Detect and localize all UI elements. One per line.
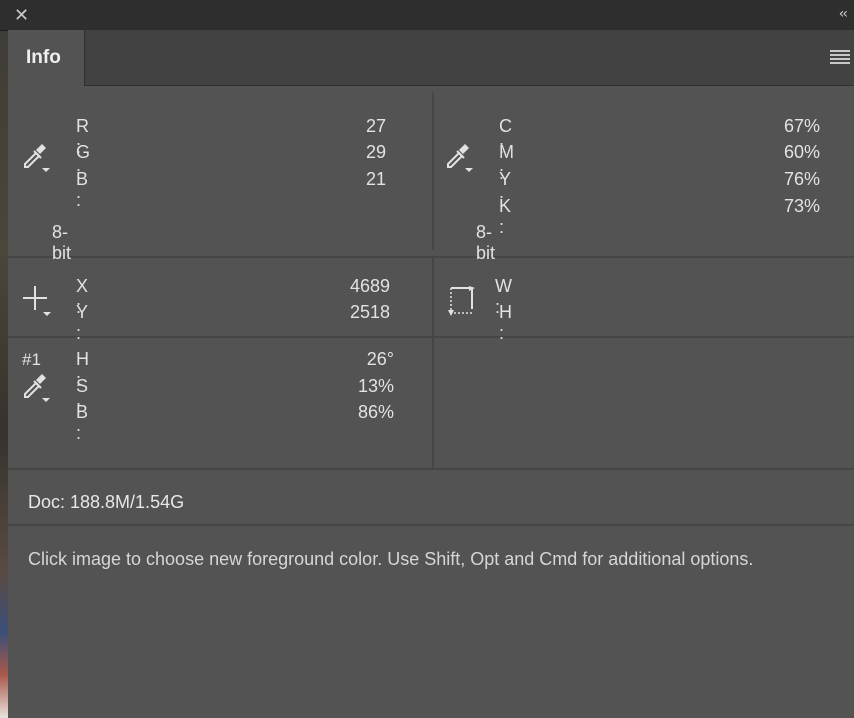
divider bbox=[432, 338, 434, 468]
y-value: 2518 bbox=[349, 302, 390, 322]
y-label: Y : bbox=[76, 302, 88, 343]
x-value: 4689 bbox=[349, 276, 390, 296]
m-value: 60% bbox=[783, 142, 820, 162]
collapse-panel-button[interactable]: ‹‹ bbox=[839, 6, 848, 22]
y-value: 76% bbox=[783, 169, 820, 189]
rgb-bit-depth[interactable]: 8-bit bbox=[52, 222, 71, 264]
b-label: B : bbox=[76, 169, 89, 210]
divider bbox=[432, 258, 434, 338]
h-label: H : bbox=[499, 302, 512, 343]
info-panel: Info R : G : B : 27 29 21 8-bit C : M: … bbox=[8, 30, 854, 718]
close-icon[interactable]: ✕ bbox=[14, 7, 32, 25]
b-value: 21 bbox=[365, 169, 386, 189]
k-label: K : bbox=[499, 196, 512, 237]
tool-hint: Click image to choose new foreground col… bbox=[28, 549, 754, 569]
selection-size-icon bbox=[448, 286, 475, 316]
document-size: Doc: 188.8M/1.54G bbox=[28, 492, 185, 512]
tab-info-label: Info bbox=[26, 47, 61, 68]
divider bbox=[8, 336, 854, 338]
cmyk-bit-depth[interactable]: 8-bit bbox=[476, 222, 495, 264]
hue-value: 26° bbox=[366, 349, 394, 369]
eyedropper-icon[interactable] bbox=[22, 370, 52, 404]
g-value: 29 bbox=[365, 142, 386, 162]
tab-info[interactable]: Info bbox=[8, 30, 85, 86]
k-value: 73% bbox=[783, 196, 820, 216]
tab-bar: Info bbox=[8, 30, 854, 86]
divider bbox=[8, 468, 854, 470]
r-value: 27 bbox=[365, 116, 386, 136]
eyedropper-icon[interactable] bbox=[22, 140, 52, 174]
brightness-label: B : bbox=[76, 402, 89, 443]
divider bbox=[8, 256, 854, 258]
saturation-value: 13% bbox=[357, 376, 394, 396]
crosshair-icon[interactable] bbox=[22, 284, 54, 318]
divider bbox=[432, 92, 434, 250]
background-image-edge bbox=[0, 0, 8, 718]
sampler-number: #1 bbox=[22, 350, 41, 369]
panel-titlebar[interactable]: ✕ ‹‹ bbox=[0, 0, 854, 31]
eyedropper-icon[interactable] bbox=[445, 140, 475, 174]
panel-menu-icon[interactable] bbox=[830, 50, 850, 64]
brightness-value: 86% bbox=[357, 402, 394, 422]
divider bbox=[8, 524, 854, 526]
c-value: 67% bbox=[783, 116, 820, 136]
